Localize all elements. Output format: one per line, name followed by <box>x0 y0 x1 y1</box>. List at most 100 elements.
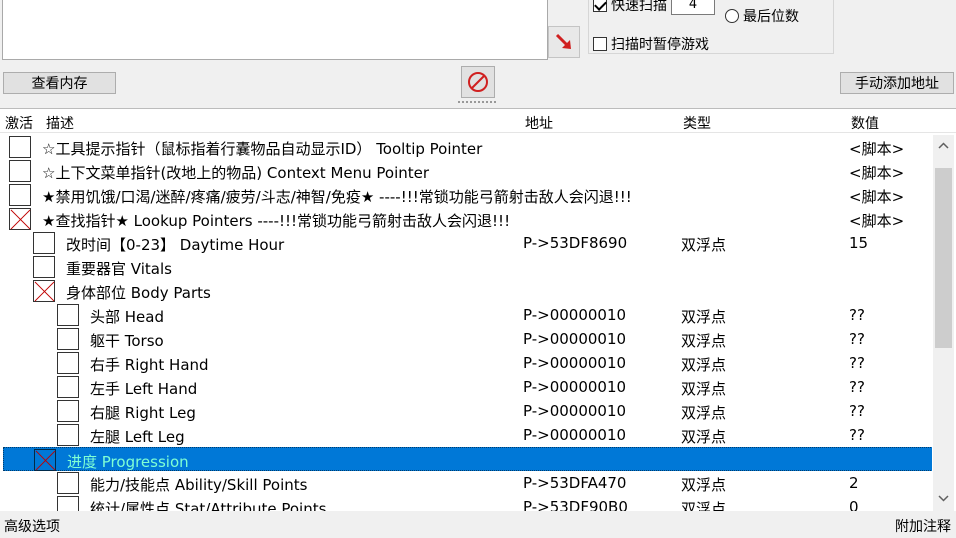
header-address[interactable]: 地址 <box>525 113 553 133</box>
scan-options-group: 快速扫描 4 最后位数 扫描时暂停游戏 <box>588 0 834 54</box>
row-value: <脚本> <box>849 212 905 230</box>
fast-scan-row: 快速扫描 4 <box>593 0 715 15</box>
table-row[interactable]: ★禁用饥饿/口渴/迷醉/疼痛/疲劳/斗志/神智/免疫★ ----!!!常锁功能弓… <box>0 183 932 207</box>
row-address: P->00000010 <box>523 378 627 396</box>
row-description: 左手 Left Hand <box>90 380 198 398</box>
active-checkbox[interactable] <box>57 472 79 494</box>
row-value: <脚本> <box>849 140 905 158</box>
vertical-scrollbar[interactable] <box>933 135 954 512</box>
cheat-table: 激活 描述 地址 类型 数值 ☆工具提示指针（鼠标指着行囊物品自动显示ID） T… <box>0 108 956 512</box>
table-row[interactable]: 躯干 Torso P->00000010 双浮点 ?? <box>0 327 932 351</box>
table-header: 激活 描述 地址 类型 数值 <box>0 109 956 133</box>
row-description: 统计/属性点 Stat/Attribute Points <box>90 500 327 512</box>
row-address: P->00000010 <box>523 354 627 372</box>
table-comments-link[interactable]: 附加注释 <box>895 516 951 536</box>
active-checkbox[interactable] <box>57 424 79 446</box>
row-description: 左腿 Left Leg <box>90 428 185 446</box>
scroll-down-icon[interactable] <box>933 488 954 508</box>
red-arrow-icon <box>555 33 571 49</box>
row-description: 身体部位 Body Parts <box>66 284 211 302</box>
active-checkbox[interactable] <box>57 376 79 398</box>
row-type: 双浮点 <box>681 404 727 422</box>
active-checkbox[interactable] <box>9 184 31 206</box>
row-description: 改时间【0-23】 Daytime Hour <box>66 236 285 254</box>
table-row[interactable]: ★查找指针★ Lookup Pointers ----!!!常锁功能弓箭射击敌人… <box>0 207 932 231</box>
header-value[interactable]: 数值 <box>851 113 879 133</box>
scan-panel: 快速扫描 4 最后位数 扫描时暂停游戏 <box>0 0 956 70</box>
active-checkbox[interactable] <box>33 256 55 278</box>
active-checkbox[interactable] <box>33 232 55 254</box>
table-row[interactable]: 统计/属性点 Stat/Attribute Points P->53DF90B0… <box>0 495 932 512</box>
active-checkbox[interactable] <box>57 400 79 422</box>
row-description: 重要器官 Vitals <box>66 260 172 278</box>
row-address: P->53DF90B0 <box>523 498 628 512</box>
row-type: 双浮点 <box>681 356 727 374</box>
last-digits-radio[interactable] <box>725 9 739 23</box>
row-address: P->53DFA470 <box>523 474 627 492</box>
found-addresses-list[interactable] <box>2 0 548 60</box>
row-value: 2 <box>849 474 859 492</box>
view-memory-button[interactable]: 查看内存 <box>3 72 116 94</box>
active-checkbox[interactable] <box>9 160 31 182</box>
table-row[interactable]: 左手 Left Hand P->00000010 双浮点 ?? <box>0 375 932 399</box>
row-type: 双浮点 <box>681 476 727 494</box>
table-row[interactable]: 右手 Right Hand P->00000010 双浮点 ?? <box>0 351 932 375</box>
scroll-up-icon[interactable] <box>933 135 954 155</box>
row-type: 双浮点 <box>681 500 727 512</box>
add-to-table-button[interactable] <box>548 26 580 58</box>
row-description: 头部 Head <box>90 308 164 326</box>
row-value: <脚本> <box>849 164 905 182</box>
pause-game-checkbox[interactable] <box>593 37 607 51</box>
row-description: 躯干 Torso <box>90 332 164 350</box>
row-type: 双浮点 <box>681 380 727 398</box>
stop-button[interactable] <box>461 66 495 98</box>
active-checkbox[interactable] <box>57 304 79 326</box>
active-checkbox[interactable] <box>57 496 79 512</box>
row-address: P->00000010 <box>523 402 627 420</box>
table-row[interactable]: 能力/技能点 Ability/Skill Points P->53DFA470 … <box>0 471 932 495</box>
row-type: 双浮点 <box>681 428 727 446</box>
active-checkbox[interactable] <box>34 449 56 471</box>
row-type: 双浮点 <box>681 236 727 254</box>
row-value: ?? <box>849 330 865 348</box>
table-row[interactable]: 左腿 Left Leg P->00000010 双浮点 ?? <box>0 423 932 447</box>
header-type[interactable]: 类型 <box>683 113 711 133</box>
table-row[interactable]: 改时间【0-23】 Daytime Hour P->53DF8690 双浮点 1… <box>0 231 932 255</box>
table-row[interactable]: 右腿 Right Leg P->00000010 双浮点 ?? <box>0 399 932 423</box>
header-active[interactable]: 激活 <box>5 113 33 133</box>
row-value: ?? <box>849 402 865 420</box>
active-checkbox[interactable] <box>33 280 55 302</box>
row-description: 进度 Progression <box>67 453 189 471</box>
table-row[interactable]: 身体部位 Body Parts <box>0 279 932 303</box>
table-body: ☆工具提示指针（鼠标指着行囊物品自动显示ID） Tooltip Pointer … <box>0 135 932 512</box>
table-row[interactable]: ☆工具提示指针（鼠标指着行囊物品自动显示ID） Tooltip Pointer … <box>0 135 932 159</box>
row-type: 双浮点 <box>681 332 727 350</box>
no-entry-icon <box>468 72 488 92</box>
fast-scan-input[interactable]: 4 <box>671 0 715 15</box>
header-description[interactable]: 描述 <box>46 113 74 133</box>
table-row-selected[interactable]: 进度 Progression <box>3 447 932 471</box>
fast-scan-checkbox[interactable] <box>593 0 607 12</box>
row-value: 15 <box>849 234 869 252</box>
active-checkbox[interactable] <box>9 208 31 230</box>
scrollbar-thumb[interactable] <box>935 168 952 348</box>
row-value: 0 <box>849 498 859 512</box>
table-row[interactable]: 重要器官 Vitals <box>0 255 932 279</box>
row-address: P->00000010 <box>523 306 627 324</box>
active-checkbox[interactable] <box>57 328 79 350</box>
table-row[interactable]: ☆上下文菜单指针(改地上的物品) Context Menu Pointer <脚… <box>0 159 932 183</box>
row-description: ☆工具提示指针（鼠标指着行囊物品自动显示ID） Tooltip Pointer <box>42 140 483 158</box>
last-digits-row: 最后位数 <box>725 6 799 26</box>
add-address-button[interactable]: 手动添加地址 <box>840 72 954 94</box>
pause-game-label: 扫描时暂停游戏 <box>611 37 709 53</box>
active-checkbox[interactable] <box>57 352 79 374</box>
row-description: 能力/技能点 Ability/Skill Points <box>90 476 308 494</box>
pause-game-row: 扫描时暂停游戏 <box>593 34 709 54</box>
row-address: P->00000010 <box>523 330 627 348</box>
splitter-handle[interactable] <box>458 101 496 105</box>
row-address: P->53DF8690 <box>523 234 628 252</box>
active-checkbox[interactable] <box>9 136 31 158</box>
row-type: 双浮点 <box>681 308 727 326</box>
table-row[interactable]: 头部 Head P->00000010 双浮点 ?? <box>0 303 932 327</box>
advanced-options-link[interactable]: 高级选项 <box>4 516 60 536</box>
